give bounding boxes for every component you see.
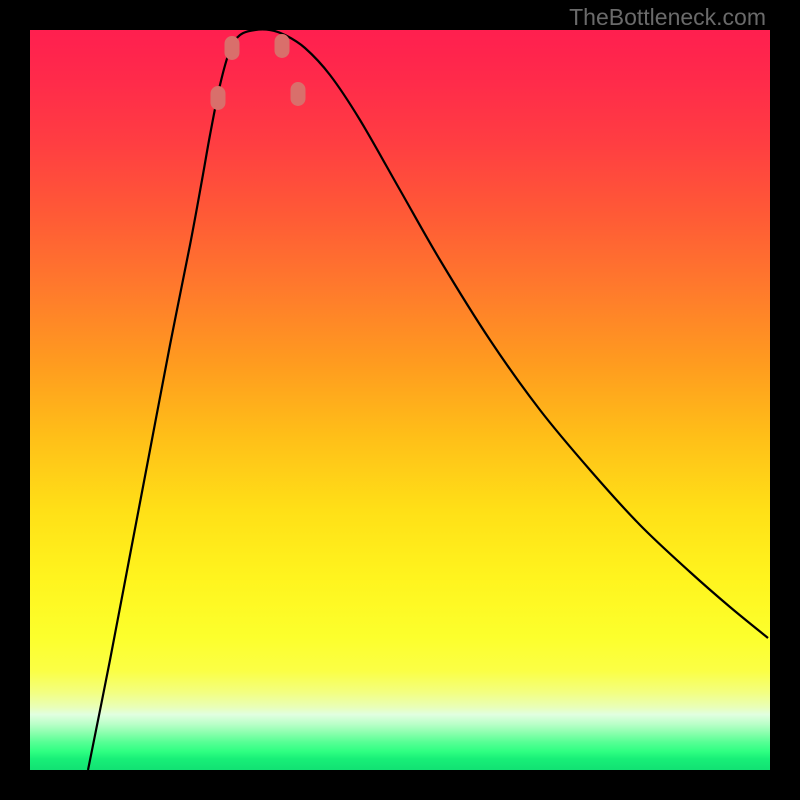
bottleneck-curve	[30, 30, 770, 770]
curve-marker	[275, 34, 290, 58]
curve-marker	[291, 82, 306, 106]
curve-marker	[225, 36, 240, 60]
plot-frame	[30, 30, 770, 770]
curve-marker	[211, 86, 226, 110]
watermark-text: TheBottleneck.com	[569, 4, 766, 31]
